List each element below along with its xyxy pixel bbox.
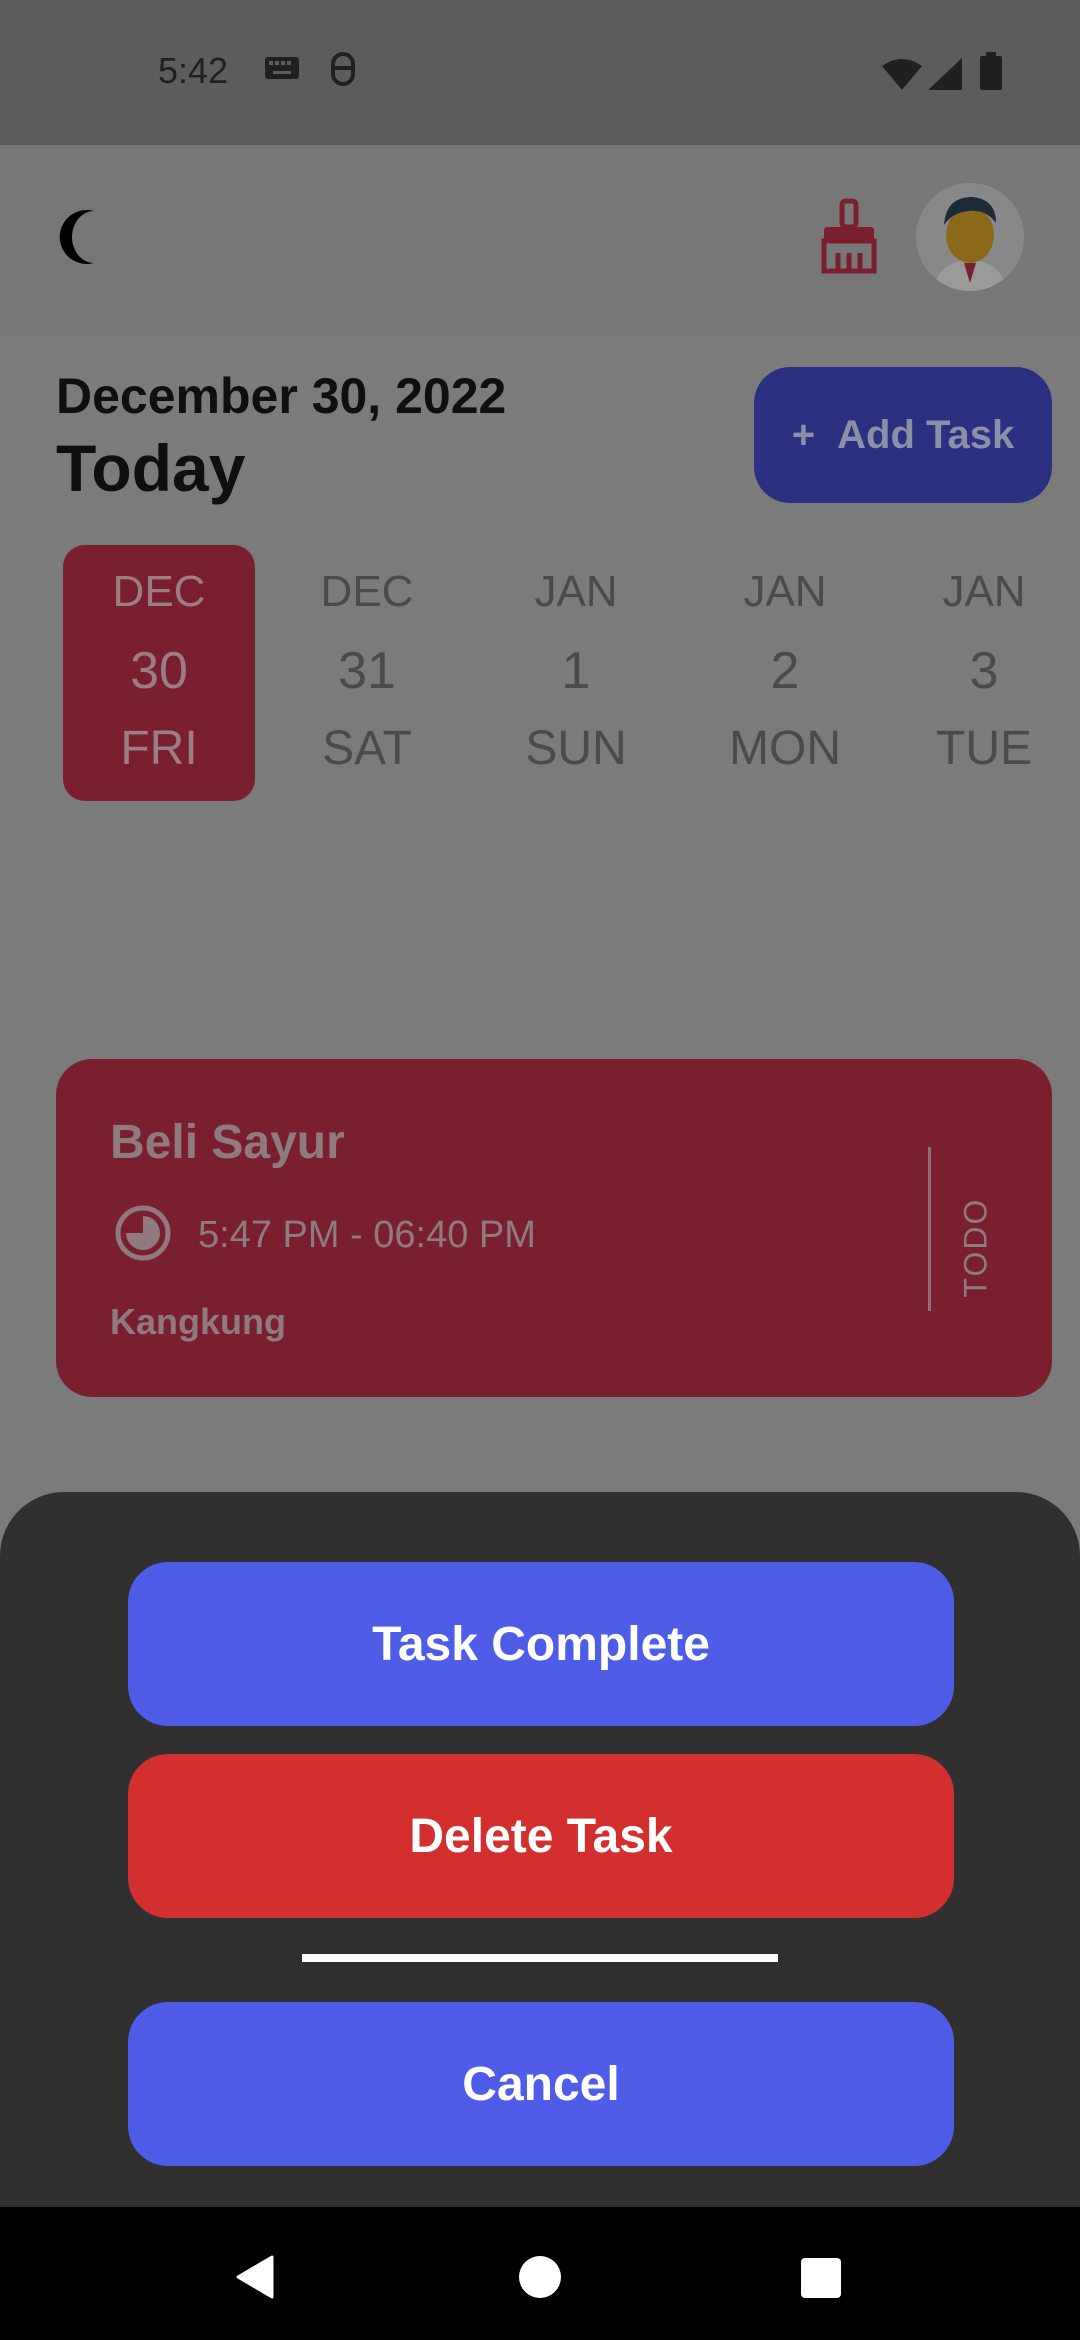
wifi-icon (882, 58, 922, 95)
home-icon[interactable] (518, 2255, 562, 2304)
navigation-bar (0, 2207, 1080, 2340)
calendar-day[interactable]: JAN 2 MON (689, 545, 881, 801)
day-weekday: TUE (936, 722, 1032, 775)
day-weekday: MON (729, 722, 841, 775)
broom-icon[interactable] (818, 197, 880, 282)
calendar-day[interactable]: DEC 30 FRI (63, 545, 255, 801)
day-month: JAN (942, 567, 1026, 616)
add-task-button[interactable]: + Add Task (754, 367, 1052, 503)
day-month: DEC (112, 567, 206, 616)
bottom-sheet: Task Complete Delete Task Cancel (0, 1492, 1080, 2207)
keyboard-icon (264, 56, 300, 85)
status-bar: 5:42 (0, 0, 1080, 145)
header (0, 145, 1080, 335)
back-icon[interactable] (236, 2255, 274, 2304)
calendar-day[interactable]: DEC 31 SAT (271, 545, 463, 801)
day-number: 30 (130, 642, 188, 700)
task-complete-button[interactable]: Task Complete (128, 1562, 954, 1726)
plus-icon: + (791, 412, 816, 457)
day-number: 1 (561, 642, 591, 700)
task-note: Kangkung (110, 1301, 286, 1342)
clock-icon (114, 1204, 172, 1267)
day-month: JAN (534, 567, 618, 616)
today-label: Today (56, 431, 246, 505)
vpn-icon (328, 52, 358, 93)
day-weekday: SAT (322, 722, 412, 775)
day-weekday: SUN (525, 722, 627, 775)
calendar-day[interactable]: JAN 1 SUN (480, 545, 672, 801)
task-time: 5:47 PM - 06:40 PM (198, 1213, 536, 1256)
calendar-day[interactable]: JAN 3 TUE (888, 545, 1080, 801)
day-number: 2 (770, 642, 800, 700)
task-divider (928, 1147, 931, 1311)
day-weekday: FRI (120, 722, 198, 775)
cancel-button[interactable]: Cancel (128, 2002, 954, 2166)
moon-icon[interactable] (54, 209, 100, 270)
current-date: December 30, 2022 (56, 368, 507, 424)
delete-task-button[interactable]: Delete Task (128, 1754, 954, 1918)
task-card[interactable]: Beli Sayur 5:47 PM - 06:40 PM Kangkung T… (56, 1059, 1052, 1397)
task-status: TODO (957, 1197, 994, 1298)
sheet-divider (302, 1954, 778, 1962)
day-month: JAN (743, 567, 827, 616)
add-task-label: Add Task (837, 412, 1015, 457)
battery-icon (980, 52, 1002, 95)
signal-icon (928, 58, 962, 95)
task-time-row: 5:47 PM - 06:40 PM (114, 1205, 536, 1265)
avatar[interactable] (916, 183, 1024, 291)
day-number: 3 (969, 642, 999, 700)
status-time: 5:42 (158, 50, 229, 91)
recents-icon[interactable] (800, 2257, 842, 2304)
task-title: Beli Sayur (110, 1116, 345, 1169)
day-number: 31 (338, 642, 396, 700)
day-month: DEC (320, 567, 414, 616)
